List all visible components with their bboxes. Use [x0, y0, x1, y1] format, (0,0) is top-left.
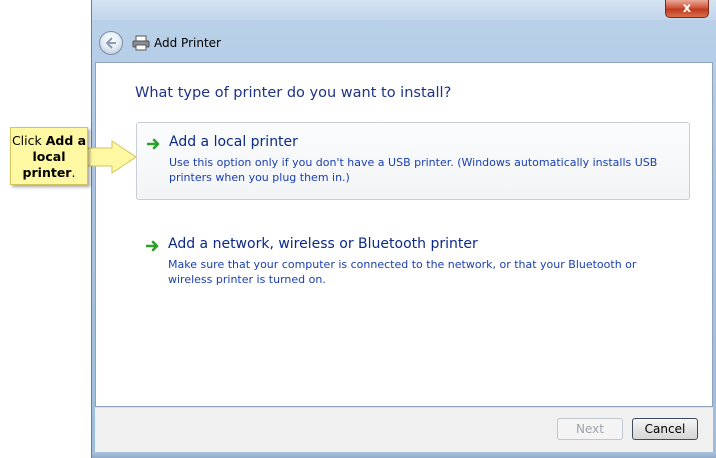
option-title: Add a local printer [169, 134, 298, 150]
nav-bar: Add Printer [92, 26, 714, 60]
green-arrow-icon [147, 138, 160, 150]
callout-prefix: Click [11, 133, 46, 148]
close-button[interactable]: x [665, 0, 709, 18]
callout-suffix: . [71, 165, 76, 180]
next-button[interactable]: Next [557, 418, 623, 440]
window-bottom-edge [92, 452, 716, 458]
instruction-callout: Click Add a local printer. [10, 127, 88, 185]
back-arrow-icon [105, 37, 116, 49]
page-heading: What type of printer do you want to inst… [135, 85, 452, 101]
content-panel: What type of printer do you want to inst… [95, 62, 713, 407]
window-title: Add Printer [154, 36, 221, 50]
printer-icon [132, 35, 150, 51]
green-arrow-icon [146, 240, 159, 252]
option-description: Use this option only if you don't have a… [169, 156, 658, 184]
dialog-footer: Next Cancel [95, 407, 713, 453]
option-local-printer[interactable]: Add a local printer Use this option only… [136, 122, 690, 200]
title-bar [92, 0, 716, 20]
callout-pointer [82, 140, 137, 174]
back-button[interactable] [99, 31, 123, 55]
option-network-printer[interactable]: Add a network, wireless or Bluetooth pri… [136, 225, 690, 303]
close-icon: x [682, 1, 692, 16]
option-title: Add a network, wireless or Bluetooth pri… [168, 236, 478, 252]
cancel-button[interactable]: Cancel [632, 418, 698, 440]
option-description: Make sure that your computer is connecte… [168, 258, 637, 286]
